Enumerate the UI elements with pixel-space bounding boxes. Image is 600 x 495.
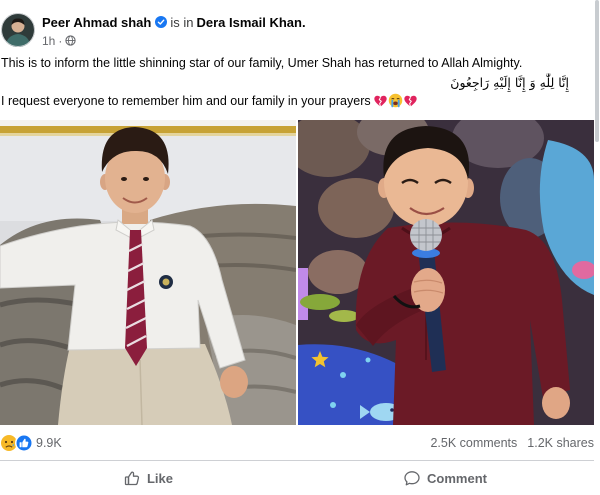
post-stats: 2.5K comments 1.2K shares (430, 436, 594, 451)
comment-button[interactable]: Comment (297, 466, 594, 490)
post-photo-grid (0, 120, 594, 425)
like-button[interactable]: Like (0, 466, 297, 490)
post-photo-2[interactable] (298, 120, 594, 425)
like-icon (124, 471, 140, 486)
author-name[interactable]: Peer Ahmad shah (42, 15, 151, 30)
actions-divider (0, 460, 594, 461)
post-text-arabic-line: إِنَّا لِلَّٰهِ وَ إِنَّا إِلَيْهِ رَاجِ… (450, 75, 569, 90)
photo-boy-in-school-uniform (0, 120, 296, 425)
meta-separator: · (58, 34, 63, 48)
prayer-request-text: I request everyone to remember him and o… (1, 94, 371, 108)
avatar-image (1, 13, 35, 47)
comments-count[interactable]: 2.5K comments (430, 436, 517, 450)
author-avatar[interactable] (1, 13, 35, 47)
like-reaction-icon (15, 434, 33, 452)
loudly-crying-face-icon (388, 93, 403, 108)
reaction-count[interactable]: 9.9K (36, 436, 62, 451)
comment-icon (404, 471, 420, 486)
post-author-line: Peer Ahmad shah is in Dera Ismail Khan. (42, 15, 306, 31)
post-text: This is to inform the little shinning st… (1, 54, 569, 111)
like-label: Like (146, 470, 173, 486)
verified-badge-icon (155, 16, 168, 28)
post-text-line-1: This is to inform the little shinning st… (1, 56, 523, 70)
check-in-connector: is in (170, 15, 194, 30)
globe-icon[interactable] (65, 35, 77, 46)
post-text-line-3: I request everyone to remember him and o… (1, 92, 569, 111)
comment-label: Comment (427, 470, 487, 486)
scrollbar-thumb[interactable] (595, 0, 599, 142)
post-timestamp[interactable]: 1h (42, 34, 55, 48)
broken-heart-icon (373, 93, 388, 108)
broken-heart-icon (403, 93, 418, 108)
photo-boy-with-microphone (298, 120, 594, 425)
post-meta: 1h · (42, 34, 77, 48)
post-actions: Like Comment (0, 466, 594, 490)
shares-count[interactable]: 1.2K shares (527, 436, 594, 450)
check-in-location[interactable]: Dera Ismail Khan. (196, 15, 305, 30)
post-photo-1[interactable] (0, 120, 296, 425)
